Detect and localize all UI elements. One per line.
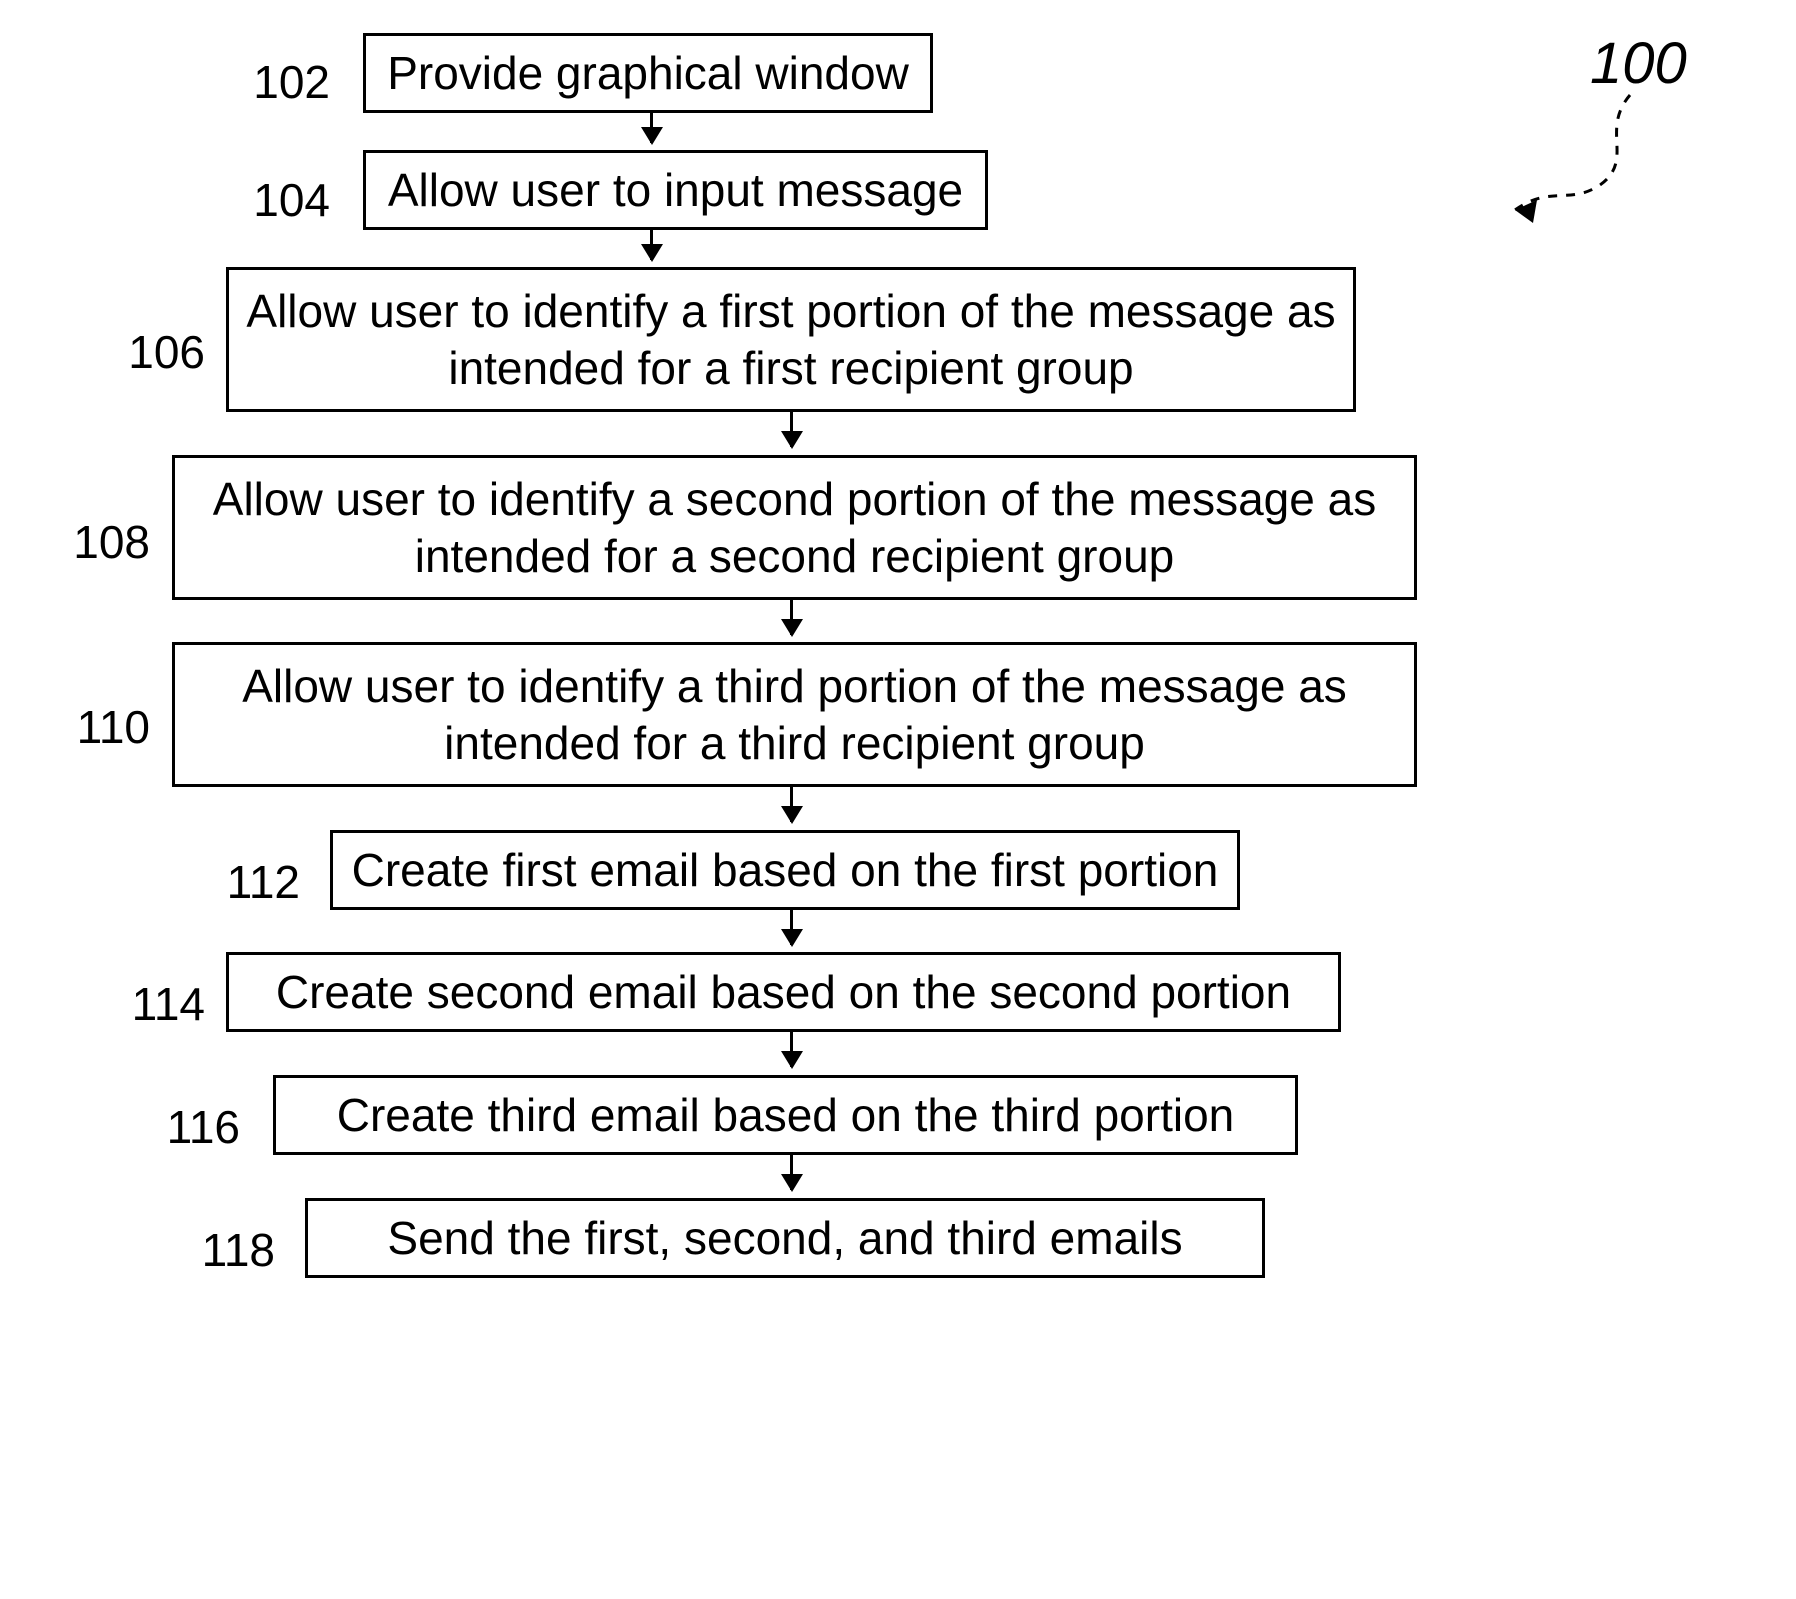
flow-step: Create third email based on the third po…	[273, 1075, 1298, 1155]
step-number: 114	[85, 977, 205, 1031]
arrow-down-icon	[650, 230, 653, 260]
flow-step-text: Allow user to input message	[388, 162, 963, 218]
flow-step: Allow user to identify a second portion …	[172, 455, 1417, 600]
step-number: 106	[85, 325, 205, 379]
arrow-down-icon	[790, 910, 793, 945]
flowchart-canvas: 100 102 Provide graphical window 104 All…	[0, 0, 1796, 1599]
step-number: 118	[155, 1223, 275, 1277]
flow-step-text: Allow user to identify a third portion o…	[189, 658, 1400, 770]
squiggle-arrow-icon	[1460, 90, 1650, 250]
arrow-down-icon	[790, 600, 793, 635]
flow-step: Allow user to identify a third portion o…	[172, 642, 1417, 787]
arrow-down-icon	[790, 1155, 793, 1190]
step-number: 104	[210, 173, 330, 227]
step-number: 112	[180, 855, 300, 909]
arrow-down-icon	[790, 412, 793, 447]
flow-step: Provide graphical window	[363, 33, 933, 113]
flow-step: Allow user to identify a first portion o…	[226, 267, 1356, 412]
flow-step-text: Create third email based on the third po…	[337, 1087, 1235, 1143]
arrow-down-icon	[790, 787, 793, 822]
flow-step-text: Send the first, second, and third emails	[387, 1210, 1182, 1266]
arrow-down-icon	[650, 113, 653, 143]
flow-step: Send the first, second, and third emails	[305, 1198, 1265, 1278]
flow-step-text: Allow user to identify a first portion o…	[243, 283, 1339, 395]
flow-step-text: Allow user to identify a second portion …	[189, 471, 1400, 583]
step-number: 110	[30, 700, 150, 754]
step-number: 108	[30, 515, 150, 569]
step-number: 116	[120, 1100, 240, 1154]
step-number: 102	[210, 55, 330, 109]
diagram-ref-label: 100	[1590, 30, 1687, 97]
flow-step-text: Create second email based on the second …	[276, 964, 1291, 1020]
flow-step: Allow user to input message	[363, 150, 988, 230]
flow-step-text: Provide graphical window	[387, 45, 909, 101]
flow-step-text: Create first email based on the first po…	[352, 842, 1219, 898]
flow-step: Create first email based on the first po…	[330, 830, 1240, 910]
flow-step: Create second email based on the second …	[226, 952, 1341, 1032]
arrow-down-icon	[790, 1032, 793, 1067]
